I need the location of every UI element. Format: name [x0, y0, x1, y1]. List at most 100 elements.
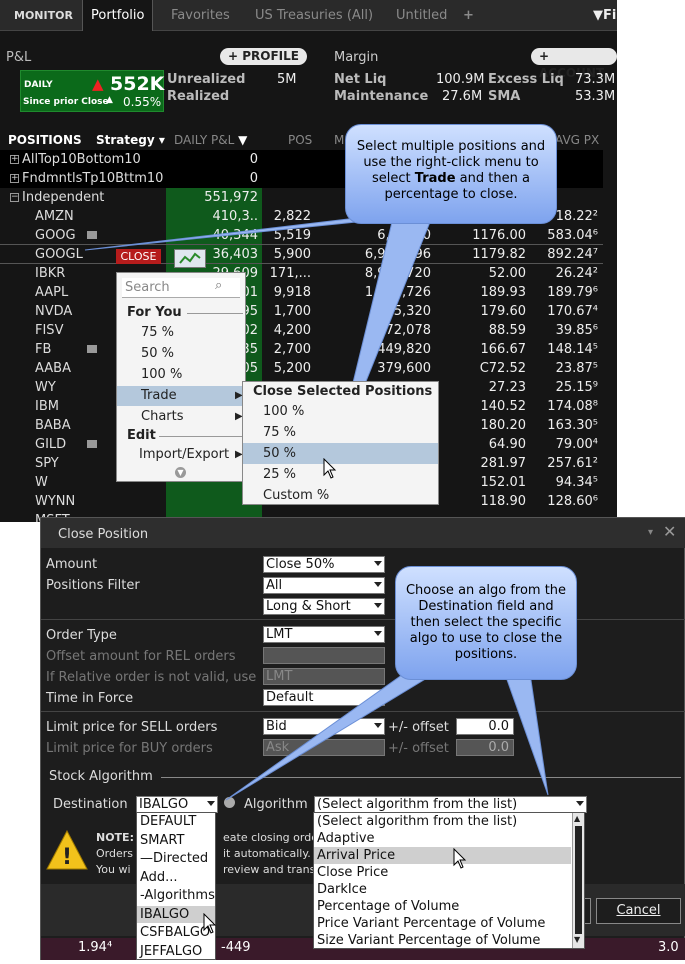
- close-button[interactable]: CLOSE: [116, 249, 161, 264]
- algorithm-option[interactable]: Adaptive: [314, 830, 571, 847]
- maintenance-value: 27.6M: [442, 89, 483, 104]
- position: 171,...: [269, 266, 311, 281]
- note-icon[interactable]: [87, 231, 97, 239]
- menu-item-charts[interactable]: Charts ▶: [117, 407, 245, 427]
- svg-text:!: !: [62, 845, 72, 870]
- algorithm-option[interactable]: Percentage of Volume: [314, 898, 571, 915]
- note-icon[interactable]: [87, 440, 97, 448]
- avg-price: 94.34⁵: [555, 475, 598, 490]
- algorithm-option[interactable]: Price Variant Percentage of Volume: [314, 915, 571, 932]
- menu-item-75[interactable]: 75 %: [117, 323, 245, 343]
- tab-untitled[interactable]: Untitled: [388, 0, 455, 31]
- scroll-thumb[interactable]: [575, 826, 582, 934]
- algorithm-option[interactable]: DarkIce: [314, 881, 571, 898]
- menu-item-100[interactable]: 100 %: [117, 365, 245, 385]
- note-line1: eate closing order: [223, 831, 323, 844]
- expand-icon[interactable]: +: [10, 174, 19, 183]
- tab-favorites[interactable]: Favorites: [163, 0, 238, 31]
- scrollbar[interactable]: ▲ ▼: [572, 813, 584, 948]
- sell-offset-input[interactable]: 0.0: [456, 718, 514, 735]
- menu-icon[interactable]: ▾: [648, 527, 653, 538]
- destination-option[interactable]: Add...: [137, 869, 215, 886]
- note-line3b: review and trans: [223, 863, 316, 876]
- sell-limit-select[interactable]: Bid: [263, 718, 385, 735]
- table-row[interactable]: GOOG 40,344 5,519 6,... 240 1176.00 583.04⁶: [0, 226, 603, 245]
- table-row[interactable]: IBKR29,609171,...8,923,72052.0026.24²: [0, 264, 603, 283]
- tif-select[interactable]: Default: [263, 689, 385, 706]
- submenu-item-25[interactable]: 25 %: [243, 464, 438, 485]
- table-row[interactable]: AAPL 01 9,918 1,883,726 189.93 189.79⁶: [0, 283, 603, 302]
- buy-offset-input: 0.0: [456, 739, 514, 756]
- filter-button[interactable]: ▼Fi: [585, 0, 617, 31]
- info-icon[interactable]: [224, 797, 235, 808]
- close-positions-submenu: Close Selected Positions 100 % 75 % 50 %…: [242, 381, 439, 505]
- algorithm-select[interactable]: (Select algorithm from the list): [314, 796, 587, 813]
- submenu-item-50[interactable]: 50 %: [243, 443, 438, 464]
- menu-item-import-export[interactable]: Import/Export ▶: [117, 445, 245, 465]
- destination-option[interactable]: JEFFALGO: [137, 943, 215, 960]
- avg-price: 257.61²: [547, 456, 598, 471]
- sell-offset-label: +/- offset: [388, 720, 449, 735]
- long-short-select[interactable]: Long & Short: [263, 598, 385, 615]
- algorithm-option[interactable]: Close Price: [314, 864, 571, 881]
- avg-price: 25.15⁹: [555, 380, 598, 395]
- account-button[interactable]: + ACCOUNT: [531, 48, 617, 80]
- col-m[interactable]: M: [334, 133, 344, 147]
- search-input[interactable]: Search: [122, 278, 240, 298]
- destination-select[interactable]: IBALGO: [136, 796, 218, 813]
- submenu-item-custom[interactable]: Custom %: [243, 485, 438, 506]
- chart-button[interactable]: [174, 249, 206, 268]
- menu-item-50[interactable]: 50 %: [117, 344, 245, 364]
- daily-value: 552K: [110, 73, 165, 95]
- chart-icon: [179, 252, 201, 264]
- close-icon[interactable]: ✕: [663, 522, 676, 541]
- expand-icon[interactable]: −: [10, 193, 19, 202]
- since-label: Since prior Close: [23, 97, 109, 107]
- algorithm-label: Algorithm: [244, 797, 308, 812]
- scroll-down-icon[interactable]: ▼: [574, 935, 580, 944]
- context-menu: Search ⌕ For You 75 % 50 % 100 % Trade ▶ …: [116, 272, 246, 482]
- order-type-select[interactable]: LMT: [263, 626, 385, 643]
- col-pos[interactable]: POS: [288, 133, 312, 147]
- table-row[interactable]: FISV 02 4,200 372,078 88.59 39.85⁶: [0, 321, 603, 340]
- symbol: AAPL: [35, 285, 69, 300]
- col-avg-px[interactable]: AVG PX: [555, 133, 599, 147]
- cancel-button[interactable]: Cancel: [596, 898, 681, 924]
- amount-select[interactable]: Close 50%: [263, 556, 385, 573]
- scroll-up-icon[interactable]: ▲: [574, 814, 580, 823]
- destination-label: Destination: [53, 797, 128, 812]
- submenu-item-100[interactable]: 100 %: [243, 401, 438, 422]
- strategy-dropdown[interactable]: Strategy ▾: [96, 133, 165, 147]
- menu-item-trade[interactable]: Trade ▶: [117, 386, 245, 406]
- tab-us-treasuries[interactable]: US Treasuries (All): [247, 0, 381, 31]
- expand-icon[interactable]: +: [10, 155, 19, 164]
- footer-right-value: 3.0: [658, 940, 679, 955]
- positions-filter-select[interactable]: All: [263, 577, 385, 594]
- table-row[interactable]: AABA 05 5,200 379,600 C72.52 23.87⁵: [0, 359, 603, 378]
- avg-price: 148.14⁵: [547, 342, 598, 357]
- destination-option[interactable]: SMART: [137, 832, 215, 849]
- submenu-item-75[interactable]: 75 %: [243, 422, 438, 443]
- symbol: AMZN: [35, 209, 74, 224]
- scroll-down-icon[interactable]: ▼: [175, 467, 186, 478]
- mouse-cursor-icon: [203, 913, 217, 934]
- profile-button[interactable]: + PROFILE: [220, 48, 307, 65]
- table-row[interactable]: NVDA 95 1,700 305,320 179.60 170.67⁴: [0, 302, 603, 321]
- add-tab-button[interactable]: +: [455, 0, 482, 31]
- symbol: GOOGL: [35, 247, 83, 262]
- tab-monitor[interactable]: MONITOR: [6, 0, 81, 31]
- table-row[interactable]: GOOGL 36,403 5,900 6,952,796 1179.82 892.24⁷: [0, 245, 603, 264]
- excess-liq-value: 73.3M: [575, 72, 616, 87]
- avg-price: 23.87⁵: [555, 361, 598, 376]
- algorithm-option[interactable]: Size Variant Percentage of Volume: [314, 932, 571, 949]
- algorithm-option[interactable]: (Select algorithm from the list): [314, 813, 571, 830]
- note-icon[interactable]: [87, 345, 97, 353]
- algorithm-option[interactable]: Arrival Price: [314, 847, 571, 864]
- daily-pnl: 36,403: [212, 247, 259, 262]
- col-daily-pnl[interactable]: DAILY P&L ▼: [174, 133, 247, 147]
- table-row[interactable]: FB 35 2,700 449,820 166.67 148.14⁵: [0, 340, 603, 359]
- note-line2b: it automatically.: [223, 847, 311, 860]
- destination-option[interactable]: DEFAULT: [137, 813, 215, 830]
- filter-icon: ▼: [593, 8, 603, 23]
- tab-portfolio[interactable]: Portfolio: [82, 0, 154, 31]
